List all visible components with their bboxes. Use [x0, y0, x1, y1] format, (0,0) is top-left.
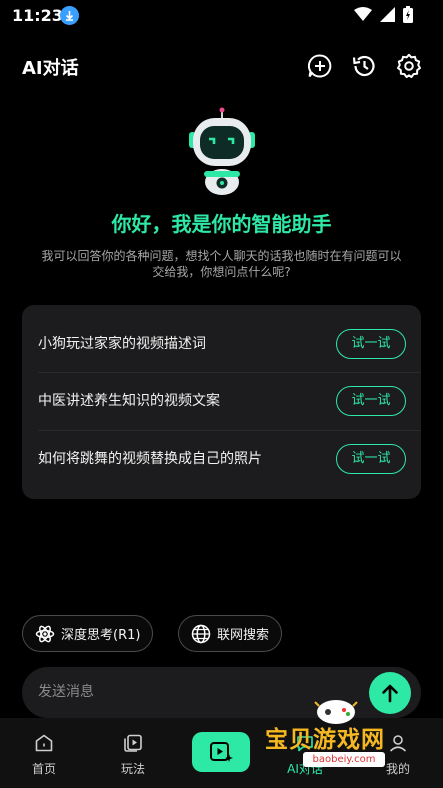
try-button[interactable]: 试一试 — [336, 386, 406, 416]
home-icon — [35, 734, 53, 752]
suggestion-text: 中医讲述养生知识的视频文案 — [38, 393, 220, 409]
wifi-icon — [354, 7, 372, 21]
nav-label-play: 玩法 — [120, 762, 145, 776]
deep-think-toggle[interactable]: 深度思考(R1) — [22, 615, 154, 652]
settings-button[interactable] — [395, 52, 423, 80]
status-bar: 11:23 — [0, 0, 443, 32]
web-search-label: 联网搜索 — [217, 628, 270, 643]
greeting-title: 你好，我是你的智能助手 — [111, 212, 332, 236]
nav-label-home: 首页 — [31, 762, 56, 776]
nav-item-home[interactable]: 首页 — [14, 732, 74, 777]
play-card-icon — [124, 734, 142, 752]
video-sparkle-icon — [210, 742, 233, 762]
try-button[interactable]: 试一试 — [336, 329, 406, 359]
chat-plus-icon — [307, 54, 332, 78]
nav-item-play[interactable]: 玩法 — [103, 732, 163, 777]
create-video-button[interactable] — [192, 732, 250, 772]
page-title: AI对话 — [22, 58, 79, 79]
try-button[interactable]: 试一试 — [336, 444, 406, 474]
watermark-brand: 宝贝游戏网 — [265, 727, 385, 753]
intro-text: 我可以回答你的各种问题，想找个人聊天的话我也随时在有问题可以交给我，你想问点什么… — [41, 249, 402, 279]
suggestion-item[interactable]: 中医讲述养生知识的视频文案 试一试 — [22, 372, 421, 429]
suggestion-text: 如何将跳舞的视频替换成自己的照片 — [38, 451, 262, 467]
battery-icon — [403, 6, 413, 23]
suggestion-text: 小狗玩过家家的视频描述词 — [38, 336, 206, 352]
status-time: 11:23 — [12, 6, 63, 25]
history-button[interactable] — [350, 52, 378, 80]
suggestion-item[interactable]: 如何将跳舞的视频替换成自己的照片 试一试 — [22, 430, 421, 487]
suggestion-item[interactable]: 小狗玩过家家的视频描述词 试一试 — [22, 315, 421, 372]
status-icons — [354, 6, 413, 23]
gear-icon — [397, 53, 421, 78]
web-search-toggle[interactable]: 联网搜索 — [178, 615, 283, 652]
history-icon — [352, 55, 375, 77]
new-chat-button[interactable] — [306, 52, 334, 80]
download-icon — [60, 6, 79, 25]
suggestion-card: 小狗玩过家家的视频描述词 试一试 中医讲述养生知识的视频文案 试一试 如何将跳舞… — [22, 305, 421, 499]
watermark: 宝贝游戏网 baobeiy.com — [265, 696, 413, 772]
atom-icon — [35, 625, 55, 642]
top-app-bar: AI对话 — [0, 44, 443, 86]
robot-mascot-icon — [189, 107, 255, 195]
signal-icon — [380, 7, 395, 22]
deep-think-label: 深度思考(R1) — [61, 628, 141, 643]
watermark-url: baobeiy.com — [303, 752, 385, 767]
globe-icon — [191, 624, 211, 643]
